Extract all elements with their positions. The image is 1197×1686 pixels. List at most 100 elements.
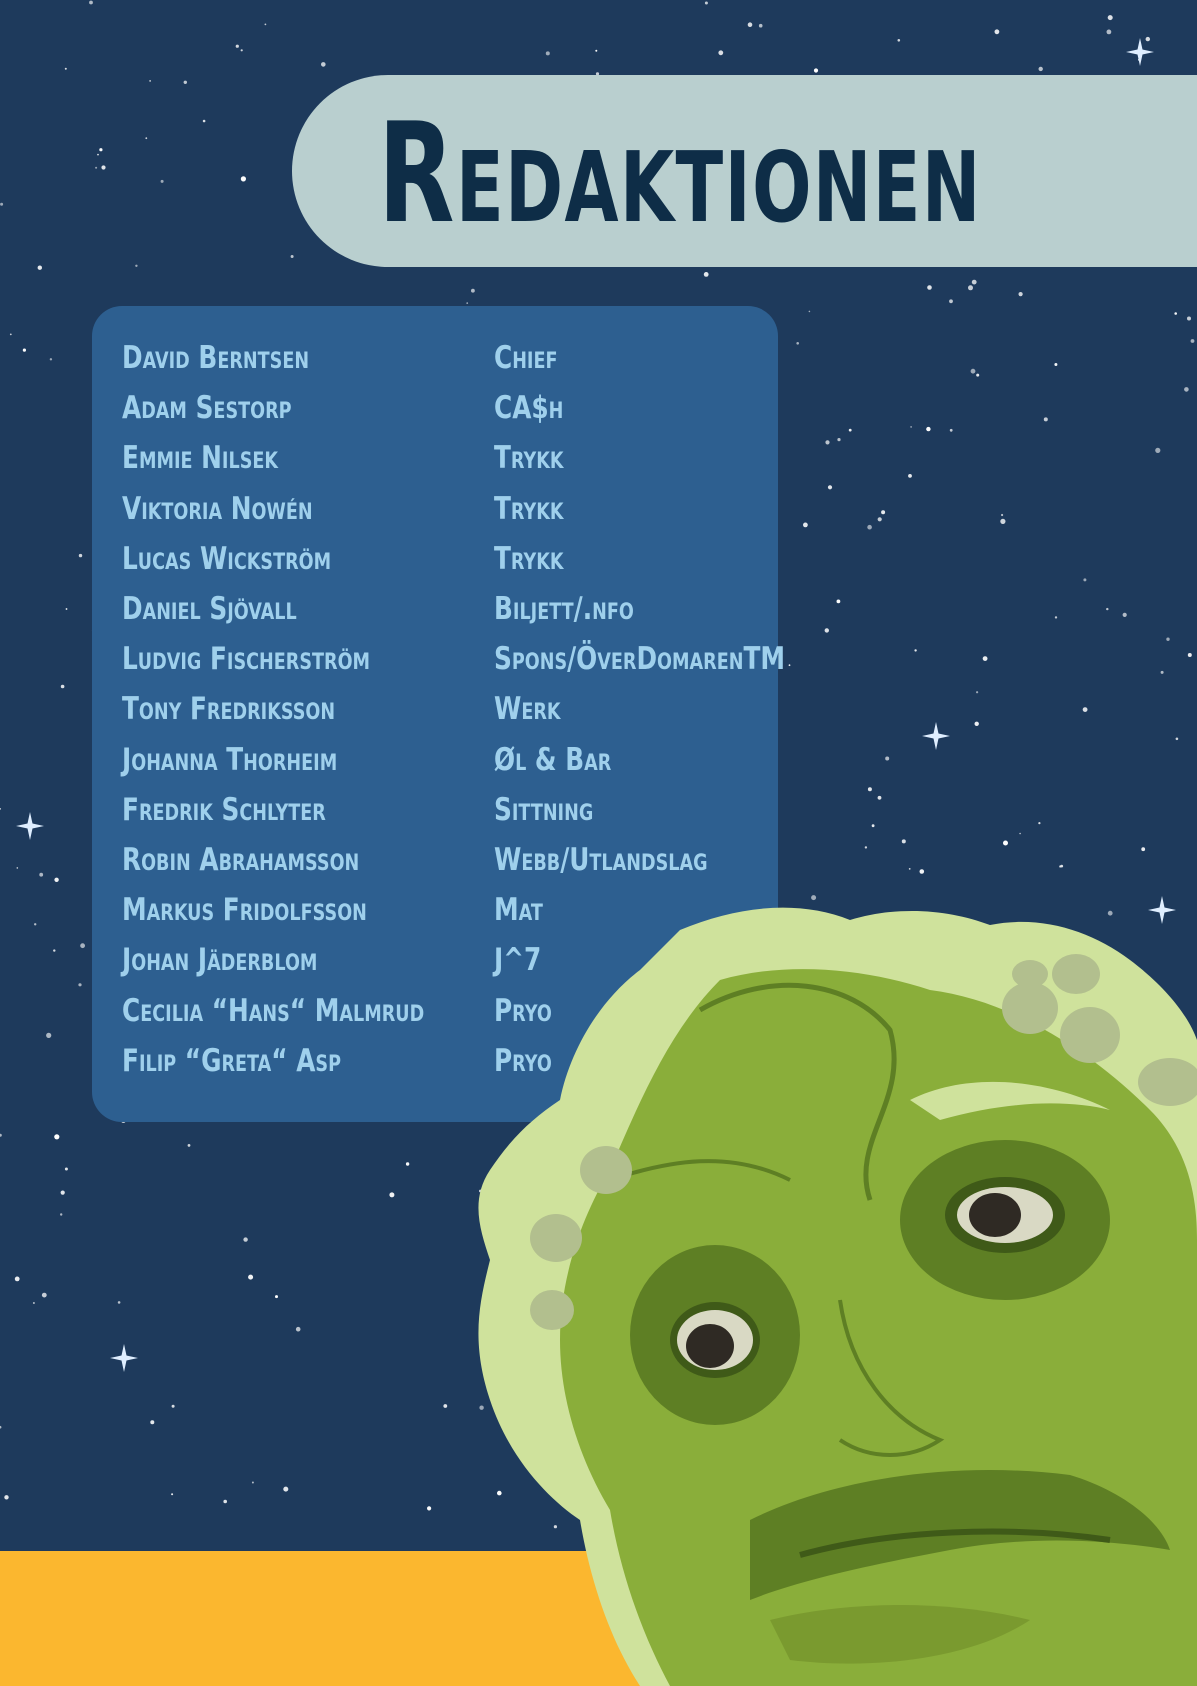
star [908,474,912,478]
star [0,1425,2,1429]
star [1018,292,1023,297]
star [54,1134,60,1140]
star [1166,637,1170,641]
sparkle-star [16,812,44,840]
star [22,348,26,352]
star [994,29,1000,35]
star [808,310,811,313]
star [1019,832,1021,835]
star [867,787,872,792]
star [910,426,912,428]
star [64,1167,68,1171]
star [1184,387,1189,392]
star [796,342,799,345]
star [160,179,164,183]
member-name: Tony Fredriksson [122,691,336,728]
star [1107,15,1113,21]
star [95,166,98,169]
star [974,721,979,726]
star [389,1192,395,1198]
star [283,1486,289,1492]
star [183,80,187,85]
alien-face-illustration [478,907,1197,1686]
star [1038,66,1043,72]
star [150,1420,155,1425]
star [60,1190,65,1195]
star [149,80,151,82]
star [837,438,841,442]
star [14,1276,20,1282]
star [99,148,103,152]
star [9,333,12,336]
star [78,983,82,987]
star [117,1301,121,1304]
star [427,1506,432,1511]
star [405,1162,410,1166]
star [16,867,19,869]
star [223,1499,227,1504]
star [49,358,53,361]
member-role: CA$h [494,390,564,427]
star [1187,316,1191,321]
star [0,808,1,810]
star [914,649,917,652]
roster-row: Tony Fredriksson Werk [122,687,772,731]
star [78,553,83,558]
star [1043,417,1048,422]
star [970,368,976,374]
star [1054,363,1058,366]
star [101,165,106,170]
star [718,50,724,56]
member-name: Lucas Wickström [122,540,332,577]
star [1038,822,1041,825]
member-role: Øl & Bar [494,741,612,778]
star [949,299,953,304]
star [97,153,99,156]
star [0,202,4,206]
title-banner: Redaktionen [292,75,1197,267]
star [89,0,93,5]
star [867,524,872,530]
star [703,272,709,277]
star [240,49,243,52]
star [1059,865,1062,868]
roster-row: Emmie Nilsek Trykk [122,436,772,480]
star [64,67,67,70]
member-role: Chief [494,340,558,376]
star [1174,312,1177,315]
star [595,49,598,52]
star [1160,670,1164,674]
star [885,756,890,761]
star [471,288,475,293]
star [871,824,875,828]
star [1145,36,1151,42]
star [32,1302,35,1304]
star [53,949,56,952]
star [34,923,37,926]
star [1082,707,1088,712]
member-name: Adam Sestorp [122,390,292,427]
star [927,285,932,290]
star [41,1292,47,1298]
star [545,51,550,56]
star [235,44,239,48]
member-role: Trykk [494,540,564,577]
roster-row: Johanna Thorheim Øl & Bar [122,738,772,782]
star [825,440,830,445]
star [1000,518,1006,525]
member-name: Johan Jäderblom [122,942,318,979]
star [877,795,882,800]
star [836,599,841,604]
member-name: Fredrik Schlyter [122,791,326,828]
star [4,1495,9,1500]
roster-row: Daniel Sjövall Biljett/.nfo [122,587,772,631]
star [848,428,852,432]
star [1106,29,1112,35]
star [949,428,953,432]
star [908,868,911,870]
member-name: Johanna Thorheim [122,741,338,778]
star [39,872,44,877]
star [145,137,148,140]
star [248,1274,254,1280]
member-role: Biljett/.nfo [494,591,634,627]
